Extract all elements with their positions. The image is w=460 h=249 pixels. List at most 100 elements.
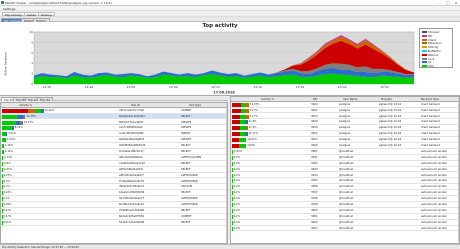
activity-bar-segment [232,226,233,231]
activity-bar-segment [2,150,4,155]
table-row[interactable]: 8.11% ce37c9880f9d2e0 UPDATE [1,126,226,132]
table-row[interactable]: 0.47% a0f4c9d0af1a3b4c SELECT [1,167,226,173]
activity-bar-segment [245,126,248,131]
activity-percent: 0.2% [233,173,241,177]
x-tick-label: 15:10 [211,85,220,89]
table-row[interactable]: 0.2% 3600 @localhost autovacuum worker [231,208,458,214]
column-header-sql-id[interactable]: SQL ID [131,104,140,107]
activity-bar-segment [232,108,242,113]
table-row[interactable]: 0.2% 3592 @localhost autovacuum worker [231,161,458,167]
table-row[interactable]: 13.07% f9b4cb77b1e4ef47 UPDATE [1,120,226,126]
tab-top-obj[interactable]: Top obj [37,96,53,101]
pid-cell: 3594 [311,173,318,177]
detail-subtabs: Top SQL Top stat Top sess Top obj [0,96,228,101]
table-row[interactable]: 0.2% 3599 @localhost autovacuum worker [231,202,458,208]
table-row[interactable]: 1.16% ab8d8d84e68b56d9 SELECT [1,143,226,149]
backend-type-cell: client backend [421,144,440,148]
sql-id-cell: 5a4b3c2d1e0f9a82 [119,220,145,224]
toolbar-history-button[interactable]: History [38,11,55,16]
table-row[interactable]: 0.2% 3598 @localhost autovacuum worker [231,196,458,202]
x-tick-label: 15:20 [253,85,262,89]
table-row[interactable]: 11.3% 3625 postgres pgbench@ 10.04 client ba… [231,126,458,132]
table-row[interactable]: 0.6% c2a6b5d0b5e2a7a2 SELECT [1,161,226,167]
user-name-cell: @localhost [339,173,354,177]
user-name-cell: postgres [339,102,351,106]
table-row[interactable]: 11.6% 3620 postgres pgbench@ 10.04 client ba… [231,120,458,126]
sql-id-cell: 0c0da9e1f8b43c1f [119,150,144,154]
sql-type-cell: UPDATE [181,126,192,130]
activity-bar-segment [232,161,233,166]
activity-percent: 0.2% [233,167,241,171]
table-row[interactable]: 0.01% 5a4b3c2d1e0f9a82 SELECT [1,220,226,226]
table-row[interactable]: 0.23% e8f1d0c2b3a49e7f ALTER/TABLE [1,173,226,179]
user-name-cell: @localhost [339,161,354,165]
table-row[interactable]: 0.1% 9a3d2f1e0c8b4a77 ALTER/TABLE [1,197,226,203]
table-row[interactable]: 0.09% 8c1f0e3d2b7a6c54 ALTER/TABLE [1,202,226,208]
table-row[interactable]: 0.43% 3587 @localhost autovacuum worker [231,149,458,155]
pid-cell: 3602 [311,220,318,224]
table-row[interactable]: 11.97% 3624 postgres pgbench@ 10.04 client b… [231,102,458,108]
sql-id-cell: c2a6b5d0b5e2a7a2 [119,161,145,165]
sql-type-cell: SELECT [181,220,191,224]
activity-percent: 0.2% [233,220,241,224]
column-header-pid[interactable]: PID [313,98,317,101]
status-text: Top activity Selection: Manual Range: 14… [2,245,79,249]
table-row[interactable]: 24.02% 74f1c1e521d7c3eb COMMIT [1,108,226,114]
table-row[interactable]: 0.2% 3594 @localhost autovacuum worker [231,173,458,179]
table-row[interactable]: 0.07% 7d9e8f1a2c3b4d60 SELECT [1,208,226,214]
activity-bar-segment [5,132,8,137]
sql-id-cell: 9a3d2f1e0c8b4a77 [119,197,145,201]
table-row[interactable]: 0.73% 49b7aafc8a08de4 ALTER/COLUMN [1,155,226,161]
activity-percent: 8.11% [14,126,23,130]
table-row[interactable]: 0.2% 3596 @localhost autovacuum worker [231,185,458,191]
table-row[interactable]: 0.2% 3593 @localhost autovacuum worker [231,167,458,173]
table-row[interactable]: 10.61% 3627 postgres pgbench@ 10.04 client b… [231,137,458,143]
table-row[interactable]: 4.21% ce4bcf6d0b03a88c INSERT [1,132,226,138]
table-row[interactable]: 2.33% 0eb9aed6ab9e9fd1 UPDATE [1,138,226,144]
toolbar-top-activity-button[interactable]: Top activity [2,11,26,16]
table-row[interactable]: 11.17% 3622 postgres pgbench@ 10.04 client b… [231,132,458,138]
top-activity-chart-panel: Top activity Active Sessions 0 2 4 6 8 10 14:3… [0,22,460,96]
user-name-cell: @localhost [339,185,354,189]
table-row[interactable]: 11.7% 3621 postgres pgbench@ 10.04 client ba… [231,108,458,114]
top-activity-chart[interactable]: 0 2 4 6 8 10 14:30 14:40 14:50 15:00 15:10 15:20 15:… [24,30,416,94]
table-row[interactable]: 0.2% 3591 @localhost autovacuum worker [231,155,458,161]
legend-swatch [422,34,427,37]
column-header-program[interactable]: Program [381,98,392,101]
activity-bar-segment [41,108,44,113]
user-name-cell: @localhost [339,197,354,201]
table-row[interactable]: 0.2% 3597 @localhost autovacuum worker [231,191,458,197]
pid-cell: 3595 [311,179,318,183]
pid-cell: 3587 [311,149,318,153]
sql-id-cell: 6b2a3c4d5e6f7081 [119,214,145,218]
legend-swatch [422,49,427,53]
table-row[interactable]: 0.2% 3603 @localhost autovacuum worker [231,226,458,232]
user-name-cell: @localhost [339,208,354,212]
table-row[interactable]: 10.6% 3626 postgres pgbench@ 10.04 client ba… [231,143,458,149]
status-bar: Top activity Selection: Manual Range: 14… [0,244,460,249]
menu-settings[interactable]: Settings [3,7,15,11]
table-row[interactable]: 0.2% 3595 @localhost autovacuum worker [231,179,458,185]
table-row[interactable]: 0.16% b4e2a1c0f9d83b56 SELECT [1,191,226,197]
column-header-backend-type[interactable]: Backend Type [421,98,439,101]
table-row[interactable]: 14.75% 6a24a1e3c1b5e3b1 SELECT [1,113,226,120]
column-header-activity[interactable]: Activity % [261,98,274,101]
table-row[interactable]: 0.2% d6e1f4b2c09a3e71 VACUUM [1,185,226,191]
table-row[interactable]: 1.14% 0c0da9e1f8b43c1f SELECT [1,149,226,155]
table-row[interactable]: 11.7% 3623 postgres pgbench@ 10.04 client ba… [231,114,458,120]
table-row[interactable]: 0.2% f7c6a4b09e1d2c35 ALTER/TABLE [1,179,226,185]
activity-percent: 24.02% [44,108,55,112]
toolbar-detail-button[interactable]: Detail [24,11,39,16]
table-row[interactable]: 0.07% 6b2a3c4d5e6f7081 COMMIT [1,214,226,220]
top-sql-scrollbar[interactable] [226,103,229,243]
table-row[interactable]: 0.2% 3602 @localhost autovacuum worker [231,220,458,226]
sql-type-cell: COMMIT [181,214,192,218]
top-sql-scroll-thumb[interactable] [228,109,229,169]
table-row[interactable]: 0.2% 3601 @localhost autovacuum worker [231,214,458,220]
column-header-user-name[interactable]: User Name [343,98,357,101]
column-header-activity[interactable]: Activity % [19,104,32,107]
user-name-cell: postgres [339,132,351,136]
column-header-sql-type[interactable]: SQL Type [189,104,201,107]
activity-bar-segment [2,108,28,113]
backend-type-cell: autovacuum worker [421,208,447,212]
